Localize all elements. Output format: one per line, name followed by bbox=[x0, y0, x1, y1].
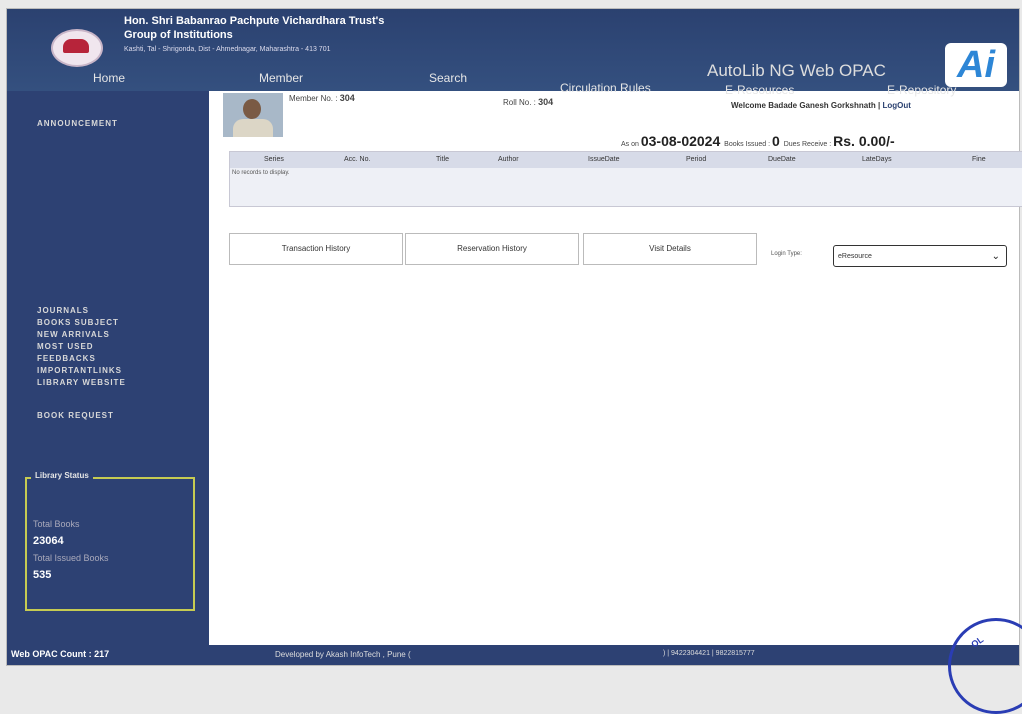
sidebar-item-books-subject[interactable]: BOOKS SUBJECT bbox=[37, 317, 126, 329]
issued-books-label: Total Issued Books bbox=[33, 553, 109, 563]
library-status-box: Library Status Total Books 23064 Total I… bbox=[25, 471, 195, 611]
member-no-label: Member No. : bbox=[289, 94, 338, 103]
books-issued-label: Books Issued : bbox=[724, 141, 771, 148]
contact-phones: ) | 9422304421 | 9822815777 bbox=[663, 650, 755, 657]
sidebar-item-feedbacks[interactable]: FEEDBACKS bbox=[37, 353, 126, 365]
sidebar-item-new-arrivals[interactable]: NEW ARRIVALS bbox=[37, 329, 126, 341]
tab-transaction-history[interactable]: Transaction History bbox=[229, 233, 403, 265]
issued-books-value: 535 bbox=[33, 569, 52, 581]
footer: Web OPAC Count : 217 Developed by Akash … bbox=[7, 645, 1019, 665]
nav-member[interactable]: Member bbox=[259, 71, 303, 85]
sidebar-item-journals[interactable]: JOURNALS bbox=[37, 305, 126, 317]
nav-e-repository[interactable]: E-Repository bbox=[887, 83, 956, 97]
col-late-days[interactable]: LateDays bbox=[862, 156, 892, 163]
as-on-date: 03-08-02024 bbox=[640, 133, 721, 149]
developer-credit[interactable]: Developed by Akash InfoTech , Pune ( bbox=[275, 650, 411, 659]
login-type-label: Login Type: bbox=[771, 251, 802, 257]
sidebar-item-library-website[interactable]: LIBRARY WEBSITE bbox=[37, 377, 126, 389]
login-type-value: eResource bbox=[838, 253, 872, 260]
tab-reservation-history[interactable]: Reservation History bbox=[405, 233, 579, 265]
sidebar-item-important-links[interactable]: IMPORTANTLINKS bbox=[37, 365, 126, 377]
as-on-label: As on bbox=[621, 141, 639, 148]
nav-circulation-rules[interactable]: Circulation Rules bbox=[560, 81, 651, 95]
no-records-message: No records to display. bbox=[232, 170, 290, 176]
header: Hon. Shri Babanrao Pachpute Vichardhara … bbox=[7, 9, 1019, 97]
roll-no-label: Roll No. : bbox=[503, 98, 536, 107]
roll-no: Roll No. : 304 bbox=[503, 97, 553, 107]
logout-link[interactable]: LogOut bbox=[882, 101, 910, 110]
roll-no-value: 304 bbox=[538, 97, 554, 107]
ai-logo-icon: Ai bbox=[945, 43, 1007, 87]
col-due-date[interactable]: DueDate bbox=[768, 156, 796, 163]
sidebar: ANNOUNCEMENT JOURNALS BOOKS SUBJECT NEW … bbox=[7, 91, 209, 665]
col-fine[interactable]: Fine bbox=[972, 156, 986, 163]
book-request-link[interactable]: BOOK REQUEST bbox=[37, 411, 114, 420]
brand-title: AutoLib NG Web OPAC bbox=[707, 61, 886, 80]
member-no: Member No. : 304 bbox=[289, 93, 355, 103]
chevron-down-icon: ⌄ bbox=[991, 251, 1000, 262]
issued-books-table: Series Acc. No. Title Author IssueDate P… bbox=[229, 151, 1022, 207]
stamp-text: OL bbox=[969, 634, 986, 650]
library-status-title: Library Status bbox=[31, 471, 93, 480]
as-on-row: As on 03-08-02024 Books Issued : 0 Dues … bbox=[621, 133, 895, 149]
welcome-user: Welcome Badade Ganesh Gorkshnath bbox=[731, 101, 876, 110]
dues-value: Rs. 0.00/- bbox=[833, 133, 895, 149]
group-name: Group of Institutions bbox=[124, 29, 233, 41]
opac-count: Web OPAC Count : 217 bbox=[11, 649, 110, 659]
announcement-link[interactable]: ANNOUNCEMENT bbox=[37, 119, 118, 128]
total-books-value: 23064 bbox=[33, 535, 64, 547]
nav-search[interactable]: Search bbox=[429, 71, 467, 85]
nav-home[interactable]: Home bbox=[93, 71, 125, 85]
trust-name: Hon. Shri Babanrao Pachpute Vichardhara … bbox=[124, 15, 385, 27]
table-header: Series Acc. No. Title Author IssueDate P… bbox=[230, 152, 1022, 168]
nav-e-resources[interactable]: E-Resources bbox=[725, 83, 794, 97]
member-no-value: 304 bbox=[339, 93, 355, 103]
col-author[interactable]: Author bbox=[498, 156, 519, 163]
books-issued-value: 0 bbox=[772, 133, 780, 149]
dues-label: Dues Receive : bbox=[783, 141, 832, 148]
page: Hon. Shri Babanrao Pachpute Vichardhara … bbox=[6, 8, 1022, 666]
col-acc-no[interactable]: Acc. No. bbox=[344, 156, 370, 163]
tab-visit-details[interactable]: Visit Details bbox=[583, 233, 757, 265]
col-issue-date[interactable]: IssueDate bbox=[588, 156, 620, 163]
total-books-label: Total Books bbox=[33, 519, 80, 529]
col-series[interactable]: Series bbox=[264, 156, 284, 163]
login-type-select[interactable]: eResource ⌄ bbox=[833, 245, 1007, 267]
sidebar-links: JOURNALS BOOKS SUBJECT NEW ARRIVALS MOST… bbox=[37, 305, 126, 389]
sidebar-item-most-used[interactable]: MOST USED bbox=[37, 341, 126, 353]
col-period[interactable]: Period bbox=[686, 156, 706, 163]
member-photo bbox=[223, 93, 283, 137]
welcome-text: Welcome Badade Ganesh Gorkshnath | LogOu… bbox=[731, 101, 911, 110]
col-title[interactable]: Title bbox=[436, 156, 449, 163]
address: Kashti, Tal - Shrigonda, Dist - Ahmednag… bbox=[124, 46, 331, 53]
institution-logo bbox=[51, 29, 103, 67]
